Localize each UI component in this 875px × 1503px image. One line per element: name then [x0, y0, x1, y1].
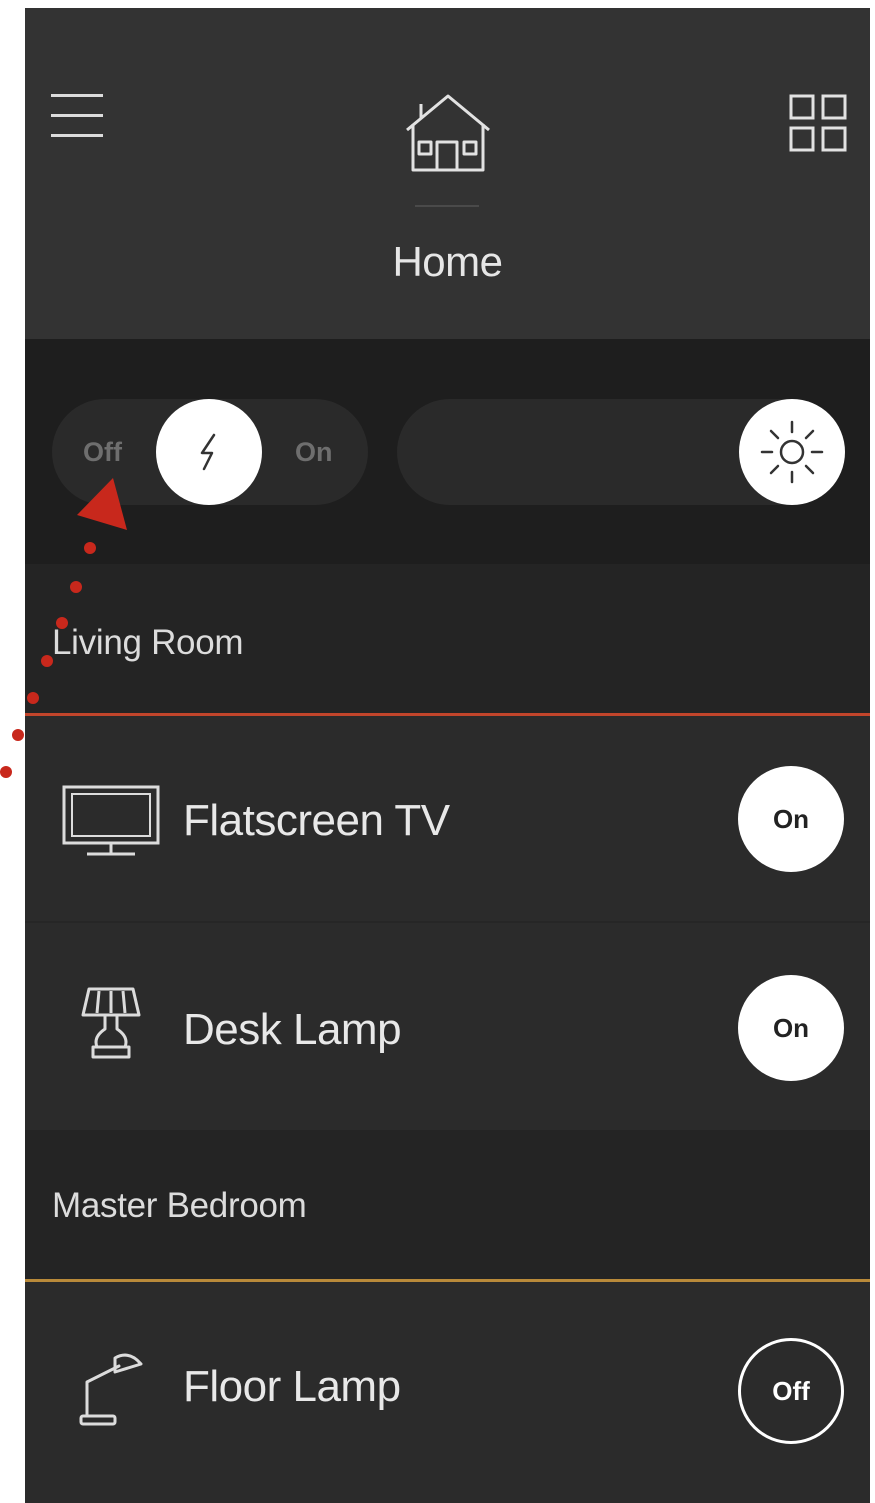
menu-button[interactable]	[49, 88, 105, 144]
tv-icon	[62, 785, 160, 856]
device-name: Desk Lamp	[183, 1005, 402, 1054]
global-controls: Off On	[25, 339, 870, 564]
master-power-toggle[interactable]: Off On	[52, 399, 368, 505]
sun-icon	[760, 420, 824, 484]
grid-view-button[interactable]	[789, 94, 847, 152]
device-row-desk-lamp[interactable]: Desk Lamp On	[25, 923, 870, 1130]
app-header: Home	[25, 8, 870, 339]
page-title: Home	[392, 238, 503, 285]
room-header-master-bedroom: Master Bedroom	[25, 1130, 870, 1282]
device-row-flatscreen-tv[interactable]: Flatscreen TV On	[25, 716, 870, 923]
header-divider	[415, 205, 479, 207]
device-state-button[interactable]: On	[738, 766, 844, 872]
hamburger-menu-icon	[51, 94, 103, 137]
brightness-slider-handle[interactable]	[739, 399, 845, 505]
annotation-dot	[0, 766, 12, 778]
master-off-label: Off	[83, 437, 122, 467]
lightning-bolt-icon	[200, 433, 216, 471]
device-state-button[interactable]: On	[738, 975, 844, 1081]
room-header-living-room: Living Room	[25, 564, 870, 716]
house-icon	[406, 94, 490, 172]
master-on-label: On	[295, 437, 333, 467]
grid-view-icon	[789, 94, 847, 152]
app-screen: Home Off On Living Room Flatscreen TV On…	[25, 8, 870, 1503]
device-state-button[interactable]: Off	[738, 1338, 844, 1444]
room-title: Living Room	[52, 623, 244, 662]
annotation-dot	[12, 729, 24, 741]
desk-lamp-icon	[81, 987, 141, 1059]
device-name: Floor Lamp	[183, 1362, 401, 1411]
device-name: Flatscreen TV	[183, 796, 450, 845]
room-title: Master Bedroom	[52, 1186, 307, 1225]
brightness-slider[interactable]	[397, 399, 845, 505]
master-toggle-knob[interactable]	[156, 399, 262, 505]
floor-lamp-icon	[79, 1353, 143, 1426]
device-row-floor-lamp[interactable]: Floor Lamp Off	[25, 1282, 870, 1503]
